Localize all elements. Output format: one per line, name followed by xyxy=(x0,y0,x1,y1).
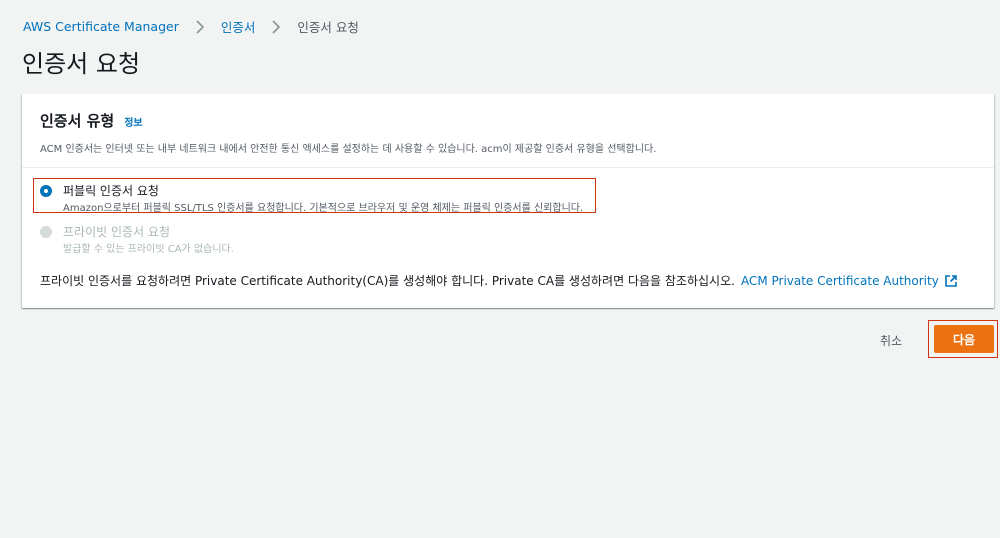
breadcrumb-item-acm[interactable]: AWS Certificate Manager xyxy=(23,19,179,34)
breadcrumb: AWS Certificate Manager 인증서 인증서 요청 xyxy=(23,17,359,36)
breadcrumb-item-certificates[interactable]: 인증서 xyxy=(221,17,256,36)
radio-option-description: Amazon으로부터 퍼블릭 SSL/TLS 인증서를 요청합니다. 기본적으로… xyxy=(63,203,584,214)
breadcrumb-item-current: 인증서 요청 xyxy=(297,20,359,35)
certificate-type-panel: 인증서 유형 정보 ACM 인증서는 인터넷 또는 내부 네트워크 내에서 안전… xyxy=(22,94,994,308)
radio-option-label: 퍼블릭 인증서 요청 xyxy=(63,184,159,198)
radio-selected-icon[interactable] xyxy=(40,185,52,197)
acm-private-ca-link[interactable]: ACM Private Certificate Authority xyxy=(741,274,939,288)
private-ca-note-text: 프라이빗 인증서를 요청하려면 Private Certificate Auth… xyxy=(40,274,735,288)
radio-option-description: 발급할 수 있는 프라이빗 CA가 없습니다. xyxy=(63,244,234,255)
panel-description: ACM 인증서는 인터넷 또는 내부 네트워크 내에서 안전한 통신 액세스를 … xyxy=(40,144,657,155)
external-link-icon[interactable] xyxy=(944,274,958,288)
info-link[interactable]: 정보 xyxy=(124,114,142,129)
radio-option-private-text: 프라이빗 인증서 요청 발급할 수 있는 프라이빗 CA가 없습니다. xyxy=(63,224,234,257)
private-ca-note: 프라이빗 인증서를 요청하려면 Private Certificate Auth… xyxy=(40,272,958,289)
chevron-right-icon xyxy=(267,18,285,36)
panel-header: 인증서 유형 정보 ACM 인증서는 인터넷 또는 내부 네트워크 내에서 안전… xyxy=(22,94,994,168)
radio-option-public[interactable]: 퍼블릭 인증서 요청 Amazon으로부터 퍼블릭 SSL/TLS 인증서를 요… xyxy=(40,183,583,216)
next-button[interactable]: 다음 xyxy=(934,325,994,353)
chevron-right-icon xyxy=(191,18,209,36)
panel-title: 인증서 유형 xyxy=(40,112,115,130)
panel-title-row: 인증서 유형 정보 xyxy=(40,110,976,131)
page-title: 인증서 요청 xyxy=(22,50,141,78)
radio-disabled-icon xyxy=(40,226,52,238)
cancel-button[interactable]: 취소 xyxy=(868,328,914,352)
radio-option-label: 프라이빗 인증서 요청 xyxy=(63,225,170,239)
radio-option-public-text: 퍼블릭 인증서 요청 Amazon으로부터 퍼블릭 SSL/TLS 인증서를 요… xyxy=(63,183,583,216)
radio-option-private: 프라이빗 인증서 요청 발급할 수 있는 프라이빗 CA가 없습니다. xyxy=(40,224,234,257)
